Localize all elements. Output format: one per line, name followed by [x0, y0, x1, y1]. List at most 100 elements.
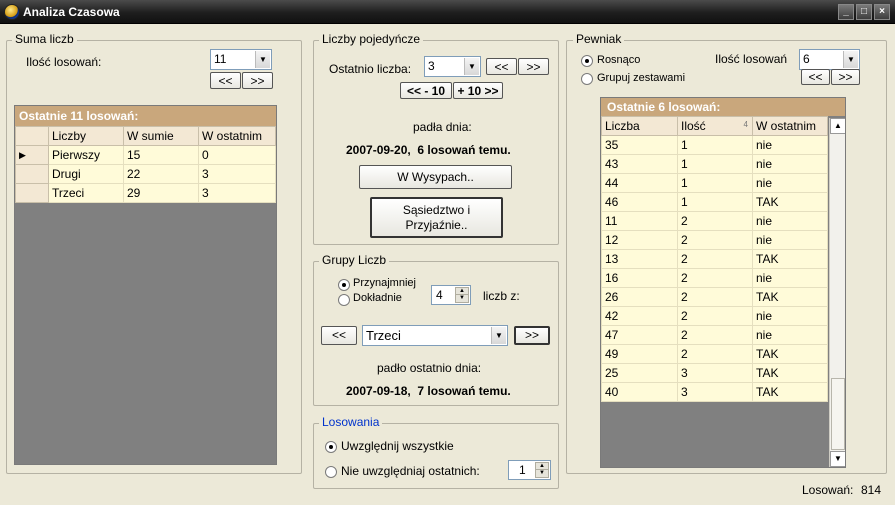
table-cell[interactable]: Drugi	[48, 164, 124, 184]
table-row[interactable]: ▶ Pierwszy 15 0	[15, 145, 276, 165]
table-cell[interactable]: 2	[677, 287, 753, 307]
table-cell[interactable]: 11	[601, 211, 678, 231]
table-cell[interactable]: 0	[198, 145, 276, 165]
minus-10-button[interactable]: << - 10	[400, 82, 452, 99]
column-header[interactable]: W ostatnim	[752, 116, 828, 136]
table-cell[interactable]: 2	[677, 268, 753, 288]
column-header[interactable]: Ilość 4	[677, 116, 753, 136]
table-row[interactable]: Drugi 22 3	[15, 164, 276, 184]
include-all-radio[interactable]	[325, 441, 337, 453]
table-row[interactable]: 43 1 nie	[601, 154, 828, 174]
table-cell[interactable]: 3	[677, 363, 753, 383]
scroll-down-icon[interactable]: ▼	[830, 451, 845, 467]
table-cell[interactable]: 2	[677, 249, 753, 269]
recent-number-combo[interactable]: 3 ▼	[424, 56, 481, 77]
chevron-down-icon[interactable]: ▼	[464, 58, 479, 75]
table-row[interactable]: 49 2 TAK	[601, 344, 828, 364]
table-cell[interactable]: TAK	[752, 344, 828, 364]
exactly-radio[interactable]	[338, 294, 350, 306]
spin-down-icon[interactable]: ▼	[455, 294, 469, 303]
suma-prev-button[interactable]: <<	[210, 72, 241, 89]
table-cell[interactable]: 1	[677, 192, 753, 212]
table-cell[interactable]: 47	[601, 325, 678, 345]
table-cell[interactable]: 13	[601, 249, 678, 269]
groups-prev-button[interactable]: <<	[321, 326, 357, 345]
table-row[interactable]: 25 3 TAK	[601, 363, 828, 383]
chevron-down-icon[interactable]: ▼	[843, 51, 858, 68]
table-cell[interactable]: 2	[677, 230, 753, 250]
suma-count-combo[interactable]: 11 ▼	[210, 49, 272, 70]
groups-next-button[interactable]: >>	[514, 326, 550, 345]
table-cell[interactable]: nie	[752, 325, 828, 345]
group-sets-radio[interactable]	[581, 73, 593, 85]
table-row[interactable]: 40 3 TAK	[601, 382, 828, 402]
table-cell[interactable]: nie	[752, 211, 828, 231]
row-header[interactable]	[15, 164, 49, 184]
table-cell[interactable]: 25	[601, 363, 678, 383]
table-cell[interactable]: Pierwszy	[48, 145, 124, 165]
table-row[interactable]: 44 1 nie	[601, 173, 828, 193]
pewniak-scrollbar[interactable]: ▲ ▼	[829, 118, 845, 467]
table-cell[interactable]: 40	[601, 382, 678, 402]
chevron-down-icon[interactable]: ▼	[491, 327, 506, 344]
table-cell[interactable]: TAK	[752, 249, 828, 269]
table-cell[interactable]: nie	[752, 173, 828, 193]
table-cell[interactable]: 3	[677, 382, 753, 402]
table-cell[interactable]: 46	[601, 192, 678, 212]
table-cell[interactable]: 35	[601, 135, 678, 155]
suma-grid[interactable]: Ostatnie 11 losowań: Liczby W sumie W os…	[14, 105, 277, 465]
table-row[interactable]: Trzeci 29 3	[15, 183, 276, 203]
table-row[interactable]: 13 2 TAK	[601, 249, 828, 269]
minimize-button[interactable]: _	[838, 4, 854, 20]
table-row[interactable]: 35 1 nie	[601, 135, 828, 155]
table-cell[interactable]: nie	[752, 268, 828, 288]
table-cell[interactable]: 2	[677, 306, 753, 326]
single-next-button[interactable]: >>	[518, 58, 549, 75]
column-header[interactable]: Liczby	[48, 126, 124, 146]
scroll-thumb[interactable]	[831, 378, 845, 450]
islands-button[interactable]: W Wysypach..	[359, 165, 512, 189]
pewniak-count-combo[interactable]: 6 ▼	[799, 49, 860, 70]
table-row[interactable]: 42 2 nie	[601, 306, 828, 326]
spin-down-icon[interactable]: ▼	[535, 469, 549, 478]
table-row[interactable]: 26 2 TAK	[601, 287, 828, 307]
pewniak-next-button[interactable]: >>	[831, 69, 860, 85]
table-cell[interactable]: 1	[677, 173, 753, 193]
column-header[interactable]: W sumie	[123, 126, 199, 146]
table-cell[interactable]: 1	[677, 154, 753, 174]
maximize-button[interactable]: □	[856, 4, 872, 20]
table-cell[interactable]: 44	[601, 173, 678, 193]
table-cell[interactable]: TAK	[752, 287, 828, 307]
table-cell[interactable]: 29	[123, 183, 199, 203]
scroll-up-icon[interactable]: ▲	[830, 118, 845, 134]
table-row[interactable]: 11 2 nie	[601, 211, 828, 231]
close-button[interactable]: ×	[874, 4, 890, 20]
table-cell[interactable]: nie	[752, 230, 828, 250]
table-row[interactable]: 46 1 TAK	[601, 192, 828, 212]
table-cell[interactable]: 43	[601, 154, 678, 174]
table-cell[interactable]: 42	[601, 306, 678, 326]
table-cell[interactable]: 3	[198, 183, 276, 203]
table-row[interactable]: 12 2 nie	[601, 230, 828, 250]
table-cell[interactable]: 15	[123, 145, 199, 165]
table-cell[interactable]: 2	[677, 344, 753, 364]
exclude-last-radio[interactable]	[325, 466, 337, 478]
table-cell[interactable]: TAK	[752, 382, 828, 402]
table-cell[interactable]: Trzeci	[48, 183, 124, 203]
table-cell[interactable]: 22	[123, 164, 199, 184]
table-cell[interactable]: nie	[752, 135, 828, 155]
table-cell[interactable]: nie	[752, 306, 828, 326]
at-least-radio[interactable]	[338, 279, 350, 291]
exclude-count-stepper[interactable]: 1 ▲ ▼	[508, 460, 551, 480]
plus-10-button[interactable]: + 10 >>	[453, 82, 503, 99]
table-cell[interactable]: TAK	[752, 192, 828, 212]
neighbors-button[interactable]: Sąsiedztwo i Przyjaźnie..	[370, 197, 503, 238]
table-cell[interactable]: 2	[677, 325, 753, 345]
column-header[interactable]: Liczba	[601, 116, 678, 136]
table-cell[interactable]: TAK	[752, 363, 828, 383]
table-cell[interactable]: nie	[752, 154, 828, 174]
group-count-stepper[interactable]: 4 ▲ ▼	[431, 285, 471, 305]
column-header[interactable]: W ostatnim	[198, 126, 276, 146]
table-row[interactable]: 47 2 nie	[601, 325, 828, 345]
title-bar[interactable]: Analiza Czasowa _ □ ×	[0, 0, 895, 24]
